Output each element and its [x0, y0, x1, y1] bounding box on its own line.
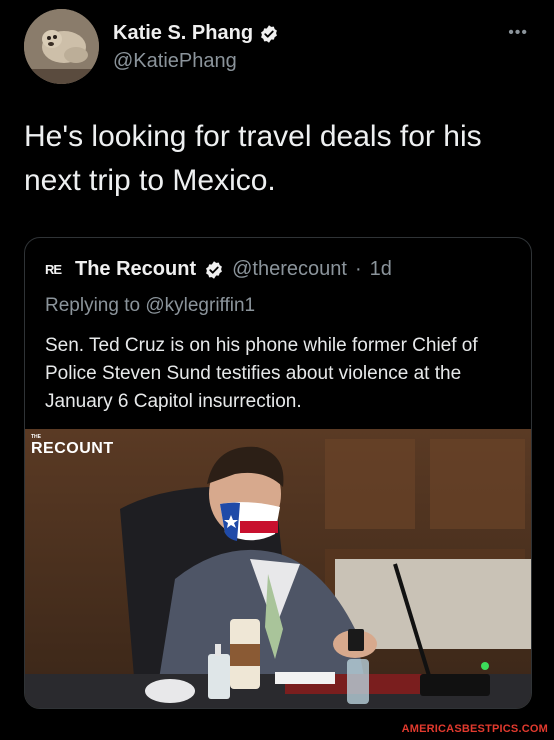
verified-badge-icon — [261, 24, 277, 43]
author-display-name-row: Katie S. Phang — [113, 22, 279, 45]
quoted-age[interactable]: 1d — [370, 258, 392, 281]
reply-prefix: Replying to — [45, 295, 141, 316]
separator-dot: · — [354, 258, 362, 280]
author-display-name[interactable]: Katie S. Phang — [113, 22, 253, 45]
watermark: AMERICASBESTPICS.COM — [401, 723, 548, 735]
recount-logo-icon: RE — [45, 262, 62, 277]
quoted-handle[interactable]: @therecount — [232, 258, 347, 281]
video-still-image-icon — [25, 429, 531, 708]
more-dots-icon[interactable]: ••• — [508, 24, 528, 42]
media-logo-text: RECOUNT — [31, 440, 114, 457]
quoted-tweet-header: RE The Recount @therecount · 1d — [45, 258, 392, 281]
quoted-tweet[interactable]: RE The Recount @therecount · 1d Replying… — [24, 237, 532, 709]
quoted-tweet-text: Sen. Ted Cruz is on his phone while form… — [45, 335, 478, 412]
tweet-text: He's looking for travel deals for his ne… — [24, 120, 482, 197]
recount-media-logo: THE RECOUNT — [31, 435, 114, 457]
avatar[interactable] — [24, 9, 99, 84]
author-handle[interactable]: @KatiePhang — [113, 50, 237, 73]
quoted-display-name[interactable]: The Recount — [75, 258, 196, 281]
replying-to-line: Replying to @kylegriffin1 — [45, 295, 255, 317]
reply-mention-link[interactable]: @kylegriffin1 — [145, 295, 255, 316]
quoted-media-image[interactable]: THE RECOUNT — [25, 429, 531, 708]
verified-badge-icon — [206, 260, 223, 279]
dog-photo-avatar-icon — [24, 9, 99, 84]
